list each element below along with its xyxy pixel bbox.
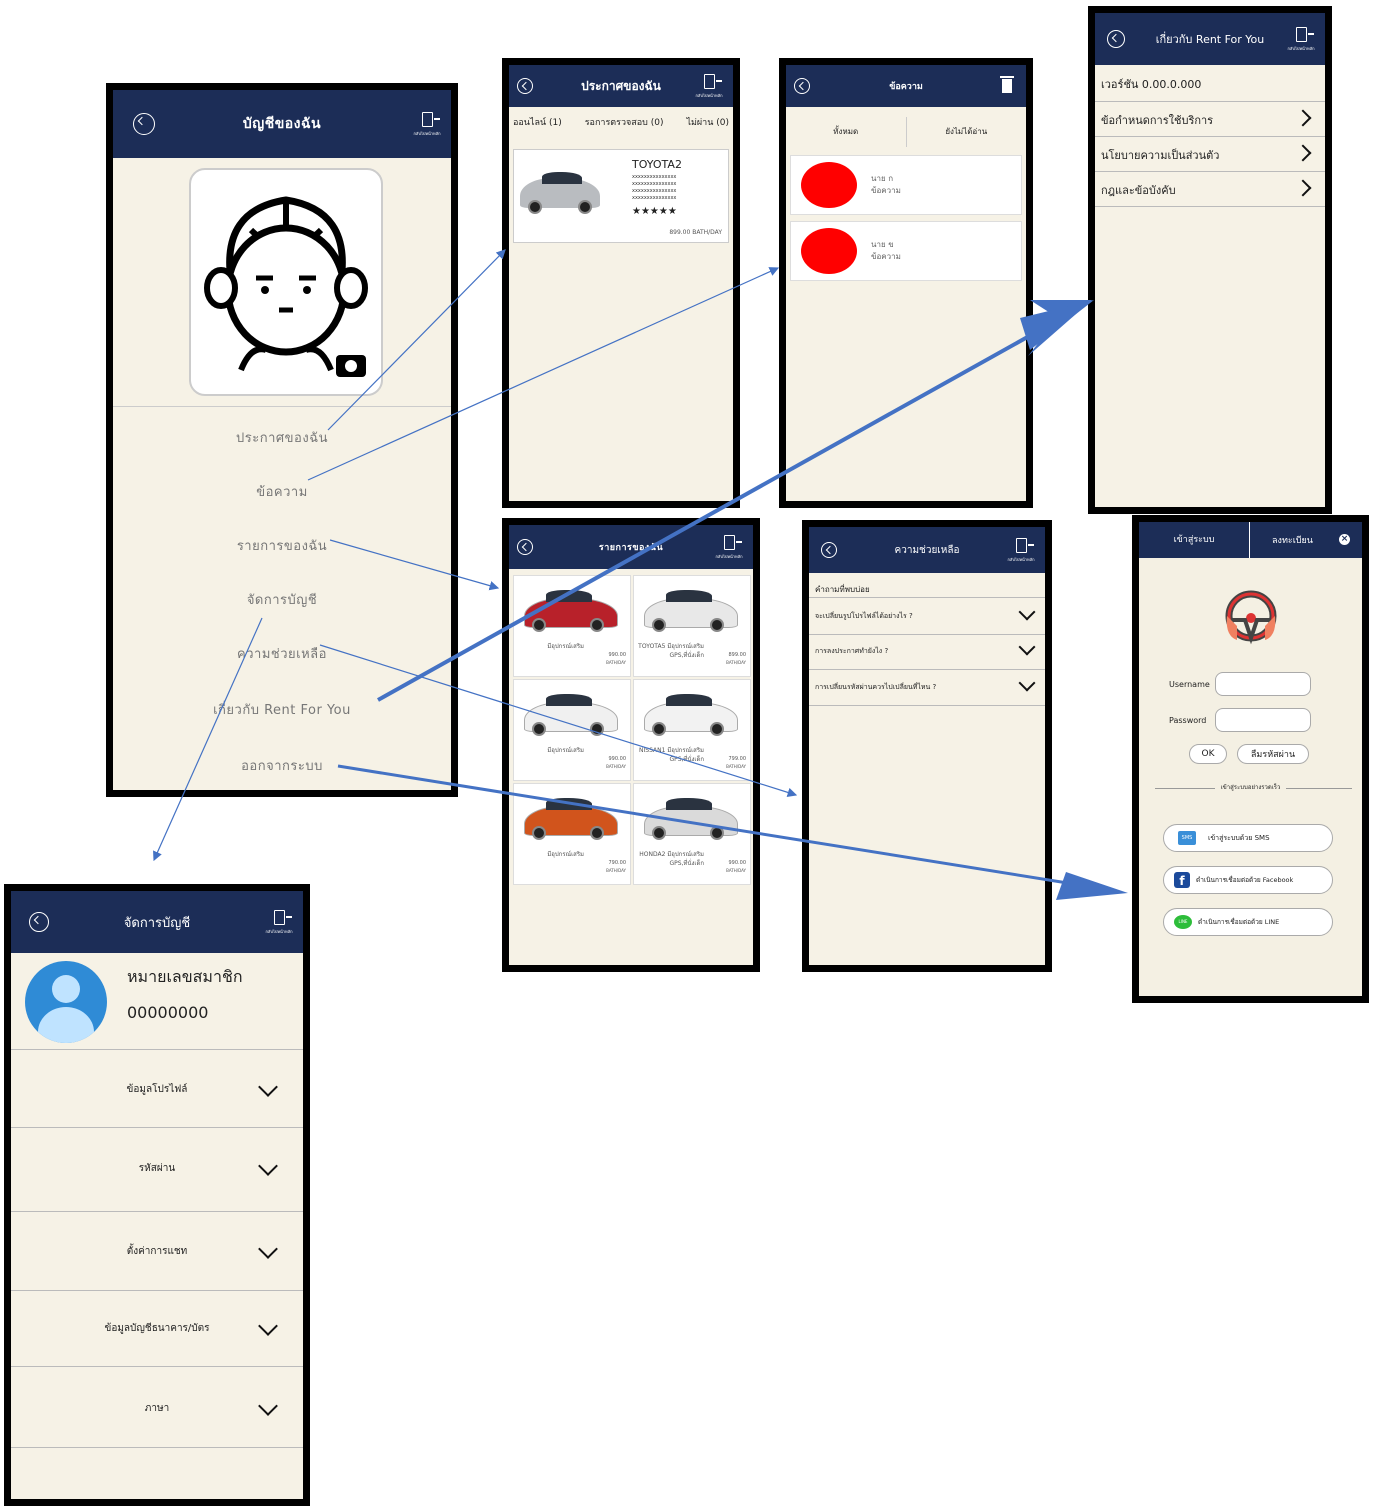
arrow-to-help — [319, 644, 798, 798]
arrow-to-messages — [307, 267, 780, 481]
flow-arrows — [153, 249, 1128, 900]
arrow-to-about — [377, 328, 1041, 702]
arrow-to-manage — [153, 617, 263, 862]
arrow-to-listings — [329, 539, 500, 591]
arrowhead-login — [1056, 872, 1128, 900]
arrow-to-login — [337, 764, 1081, 887]
